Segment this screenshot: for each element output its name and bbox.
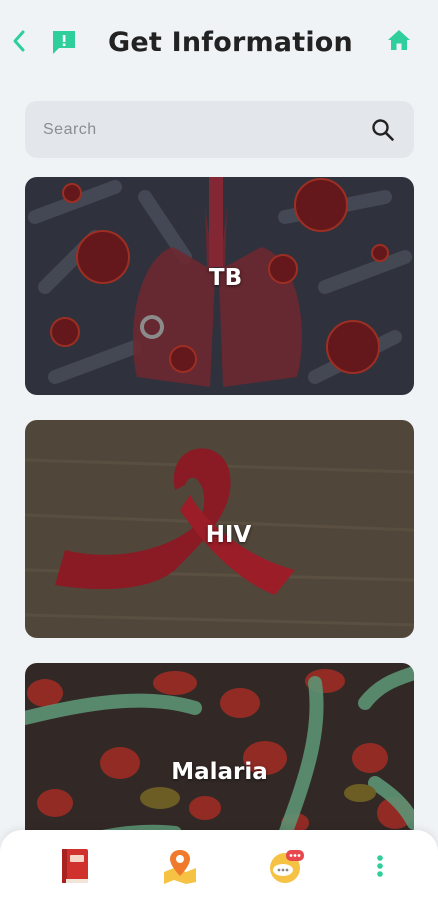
hiv-card-label: HIV — [205, 522, 252, 548]
feedback-icon — [53, 31, 75, 54]
search-icon[interactable] — [370, 117, 396, 143]
malaria-card-label: Malaria — [171, 758, 268, 785]
home-icon — [388, 30, 410, 50]
chevron-left-icon — [13, 30, 25, 52]
nav-chat-button[interactable] — [266, 846, 306, 886]
home-button[interactable] — [387, 29, 411, 51]
bottom-nav — [0, 830, 438, 900]
map-pin-icon — [164, 850, 196, 884]
hiv-card[interactable]: HIV — [25, 420, 414, 638]
tb-card-label: TB — [208, 265, 243, 291]
nav-book-button[interactable] — [54, 846, 94, 886]
search-input[interactable] — [43, 120, 370, 139]
tb-card[interactable]: TB — [25, 177, 414, 395]
app-header: Get Information — [0, 0, 438, 88]
nav-more-button[interactable] — [368, 846, 392, 886]
back-button[interactable] — [8, 28, 30, 54]
nav-map-button[interactable] — [160, 846, 200, 886]
feedback-button[interactable] — [50, 28, 78, 56]
chat-icon — [270, 850, 304, 883]
book-icon — [62, 849, 88, 883]
page-title: Get Information — [108, 27, 353, 58]
search-bar — [25, 101, 414, 158]
more-vertical-icon — [377, 855, 383, 877]
